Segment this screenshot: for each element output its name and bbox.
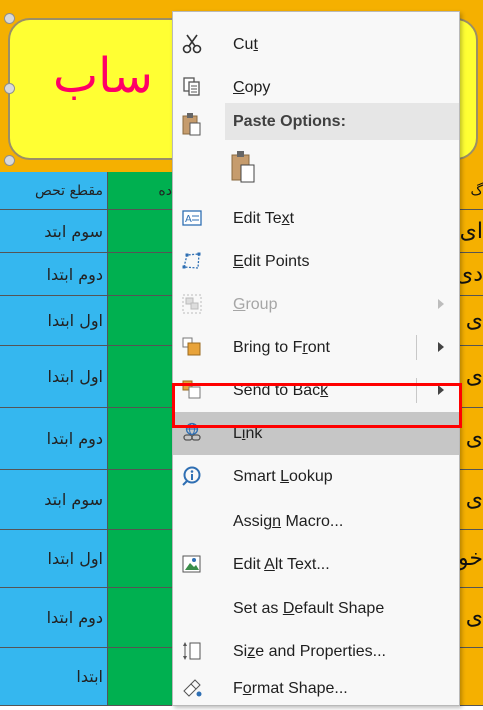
grade-cell[interactable]: سوم ابتد xyxy=(0,210,108,253)
menu-label: Bring to Front xyxy=(233,339,330,356)
submenu-arrow-icon[interactable] xyxy=(438,342,444,352)
paste-icon xyxy=(180,112,202,140)
submenu-arrow-icon[interactable] xyxy=(438,385,444,395)
link-icon xyxy=(179,421,205,445)
scissors-icon xyxy=(179,32,205,56)
svg-text:A: A xyxy=(185,214,192,225)
menu-item-edit-text[interactable]: A Edit Text xyxy=(173,197,459,240)
grade-cell[interactable]: دوم ابتدا xyxy=(0,408,108,470)
green-cell[interactable] xyxy=(108,530,175,588)
menu-label: Assign Macro... xyxy=(233,513,344,530)
menu-item-cut[interactable]: Cut xyxy=(173,23,459,66)
paste-options-header: Paste Options: xyxy=(225,103,459,140)
green-cell[interactable] xyxy=(108,210,175,253)
green-cell[interactable] xyxy=(108,588,175,648)
menu-label: Send to Back xyxy=(233,382,329,399)
shape-handle-left-mid[interactable] xyxy=(4,83,15,94)
menu-label: Edit Text xyxy=(233,210,295,227)
edit-alt-text-icon xyxy=(179,552,205,576)
menu-item-format-shape[interactable]: Format Shape... xyxy=(173,667,459,710)
shape-handle-top-left[interactable] xyxy=(4,13,15,24)
split-separator xyxy=(416,378,417,403)
green-cell[interactable] xyxy=(108,296,175,346)
grade-cell[interactable]: سوم ابتد xyxy=(0,470,108,530)
split-separator xyxy=(416,335,417,360)
green-cell[interactable] xyxy=(108,408,175,470)
menu-item-bring-to-front[interactable]: Bring to Front xyxy=(173,326,459,369)
smart-lookup-icon xyxy=(179,464,205,488)
context-menu: Cut Copy Paste Options: A Edit Text Edit… xyxy=(172,11,460,706)
shape-handle-bottom-left[interactable] xyxy=(4,155,15,166)
edit-points-icon xyxy=(179,249,205,273)
menu-label: Cut xyxy=(233,36,258,53)
bring-to-front-icon xyxy=(179,335,205,359)
header-cell-grade[interactable]: مقطع تحص xyxy=(0,172,108,210)
menu-item-set-default-shape[interactable]: Set as Default Shape xyxy=(173,587,459,630)
menu-label: Link xyxy=(233,425,263,442)
size-properties-icon xyxy=(179,639,205,663)
copy-icon xyxy=(179,75,205,99)
menu-item-edit-alt-text[interactable]: Edit Alt Text... xyxy=(173,543,459,586)
group-icon xyxy=(179,292,205,316)
menu-item-edit-points[interactable]: Edit Points xyxy=(173,240,459,283)
menu-label: Group xyxy=(233,296,278,313)
menu-item-link[interactable]: Link xyxy=(173,412,459,455)
grade-cell[interactable]: اول ابتدا xyxy=(0,296,108,346)
menu-label: Edit Points xyxy=(233,253,310,270)
green-cell[interactable] xyxy=(108,253,175,296)
header-cell-mid[interactable]: ده xyxy=(108,172,175,210)
green-cell[interactable] xyxy=(108,470,175,530)
green-cell[interactable] xyxy=(108,346,175,408)
menu-item-assign-macro[interactable]: Assign Macro... xyxy=(173,500,459,543)
grade-cell[interactable]: دوم ابتدا xyxy=(0,253,108,296)
menu-item-smart-lookup[interactable]: Smart Lookup xyxy=(173,455,459,498)
menu-label: Format Shape... xyxy=(233,680,348,697)
edit-text-icon: A xyxy=(179,206,205,230)
grade-cell[interactable]: دوم ابتدا xyxy=(0,588,108,648)
green-cell[interactable] xyxy=(108,648,175,706)
grade-cell[interactable]: ابتدا xyxy=(0,648,108,706)
menu-item-group[interactable]: Group xyxy=(173,283,459,326)
menu-item-send-to-back[interactable]: Send to Back xyxy=(173,369,459,412)
submenu-arrow-icon xyxy=(438,299,444,309)
grade-cell[interactable]: اول ابتدا xyxy=(0,346,108,408)
menu-label: Smart Lookup xyxy=(233,468,333,485)
menu-label: Set as Default Shape xyxy=(233,600,385,617)
paste-keep-source-icon[interactable] xyxy=(225,147,261,187)
grade-cell[interactable]: اول ابتدا xyxy=(0,530,108,588)
paste-options-label: Paste Options: xyxy=(233,113,346,130)
title-shape-text: ساب xyxy=(52,48,153,104)
send-to-back-icon xyxy=(179,378,205,402)
menu-label: Edit Alt Text... xyxy=(233,556,330,573)
format-shape-icon xyxy=(179,676,205,700)
